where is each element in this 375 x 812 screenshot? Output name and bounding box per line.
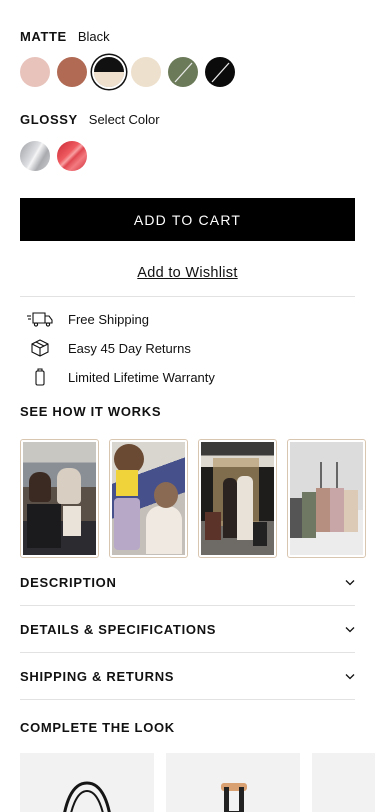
matte-label: MATTE xyxy=(20,29,67,44)
accordion-title: DESCRIPTION xyxy=(20,575,117,590)
luggage-image xyxy=(221,783,247,812)
divider xyxy=(20,605,355,606)
product-card-partial[interactable] xyxy=(312,753,375,812)
complete-the-look-heading: COMPLETE THE LOOK xyxy=(20,720,175,735)
divider xyxy=(20,652,355,653)
chevron-down-icon xyxy=(345,674,355,680)
product-options-page: MATTE Black GLOSSY Select Color ADD TO C… xyxy=(0,0,375,812)
swatch-terracotta[interactable] xyxy=(57,57,87,87)
chevron-down-icon xyxy=(345,580,355,586)
accordion-shipping-returns[interactable]: SHIPPING & RETURNS xyxy=(20,669,355,684)
video-thumbnail-2[interactable] xyxy=(109,439,188,558)
product-card-tote-bag[interactable] xyxy=(20,753,154,812)
feature-text: Limited Lifetime Warranty xyxy=(68,369,215,385)
tote-bag-image xyxy=(63,781,111,812)
glossy-label: GLOSSY xyxy=(20,112,78,127)
matte-selected-color: Black xyxy=(77,29,110,44)
matte-option-header: MATTE Black xyxy=(20,29,110,44)
swatch-blush[interactable] xyxy=(20,57,50,87)
swatch-silver[interactable] xyxy=(20,141,50,171)
glossy-swatches xyxy=(20,141,87,171)
add-to-wishlist-link[interactable]: Add to Wishlist xyxy=(0,265,375,281)
product-card-luggage[interactable] xyxy=(166,753,300,812)
see-how-it-works-heading: SEE HOW IT WORKS xyxy=(20,404,162,419)
accordion-title: DETAILS & SPECIFICATIONS xyxy=(20,622,217,637)
matte-swatches xyxy=(20,57,235,87)
glossy-option-header: GLOSSY Select Color xyxy=(20,112,160,127)
luggage-icon xyxy=(35,368,45,386)
glossy-selected-color: Select Color xyxy=(88,112,160,127)
feature-warranty: Limited Lifetime Warranty xyxy=(26,367,215,387)
feature-free-shipping: Free Shipping xyxy=(26,309,149,329)
complete-the-look-products xyxy=(20,753,375,812)
truck-icon xyxy=(27,312,53,327)
divider xyxy=(20,699,355,700)
video-thumbnail-4[interactable] xyxy=(287,439,366,558)
accordion-description[interactable]: DESCRIPTION xyxy=(20,575,355,590)
swatch-black[interactable] xyxy=(205,57,235,87)
chevron-down-icon xyxy=(345,627,355,633)
feature-text: Free Shipping xyxy=(68,311,149,327)
box-icon xyxy=(31,339,49,357)
add-to-cart-button[interactable]: ADD TO CART xyxy=(20,198,355,241)
swatch-olive[interactable] xyxy=(168,57,198,87)
swatch-gloss-red[interactable] xyxy=(57,141,87,171)
accordion-details-specifications[interactable]: DETAILS & SPECIFICATIONS xyxy=(20,622,355,637)
accordion-title: SHIPPING & RETURNS xyxy=(20,669,175,684)
divider xyxy=(20,296,355,297)
swatch-cream[interactable] xyxy=(131,57,161,87)
video-thumbnails xyxy=(20,439,366,558)
video-thumbnail-1[interactable] xyxy=(20,439,99,558)
feature-text: Easy 45 Day Returns xyxy=(68,340,191,356)
swatch-black-selected[interactable] xyxy=(94,57,124,87)
video-thumbnail-3[interactable] xyxy=(198,439,277,558)
feature-returns: Easy 45 Day Returns xyxy=(26,338,191,358)
